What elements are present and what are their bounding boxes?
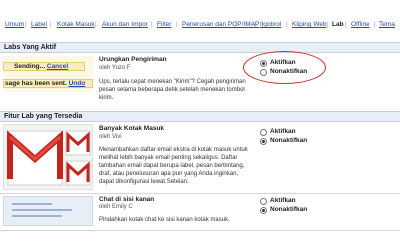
tab-separator: | bbox=[374, 21, 376, 28]
divider bbox=[0, 193, 400, 194]
section-title: Labs Yang Aktif bbox=[4, 44, 57, 51]
divider bbox=[0, 230, 400, 231]
lab-author: oleh Emily C bbox=[99, 204, 133, 210]
tab-separator: | bbox=[254, 21, 256, 28]
tab-filter[interactable]: Filter bbox=[157, 21, 171, 28]
tab-separator: | bbox=[95, 21, 97, 28]
tab-separator: | bbox=[345, 21, 347, 28]
sent-text: sage has been sent. bbox=[5, 80, 67, 87]
lab-title-right-chat: Chat di sisi kanan bbox=[99, 196, 155, 203]
sending-notice-text: Sending... Cancel bbox=[14, 63, 68, 70]
tab-lab[interactable]: Lab bbox=[332, 21, 344, 28]
settings-tabs: Umum | Label | Kotak Masuk | Akun dan Im… bbox=[0, 0, 400, 30]
radio-undo-send-enable[interactable] bbox=[260, 60, 267, 67]
tab-label[interactable]: Label bbox=[31, 21, 47, 28]
section-active-labs: Labs Yang Aktif bbox=[0, 42, 400, 53]
multiple-inbox-preview bbox=[3, 124, 93, 190]
radio-right-chat-enable[interactable] bbox=[260, 198, 267, 205]
undo-link: Undo bbox=[68, 80, 86, 87]
tab-akun-dan-impor[interactable]: Akun dan Impor bbox=[102, 21, 148, 28]
section-available-labs: Fitur Lab yang Tersedia bbox=[0, 111, 400, 122]
radio-multiple-inbox-enable[interactable] bbox=[260, 129, 267, 136]
radio-label-disable: Nonaktifkan bbox=[270, 137, 308, 144]
lab-description: Ups, terlalu cepat menekan "Kirim"? Cega… bbox=[99, 79, 246, 101]
tab-separator: | bbox=[25, 21, 27, 28]
lab-title-multiple-inbox: Banyak Kotak Masuk bbox=[99, 125, 165, 132]
tab-ilgobrol[interactable]: Ilgobrol bbox=[260, 21, 281, 28]
lab-author: oleh Vivi bbox=[99, 134, 122, 140]
tab-tema[interactable]: Tema bbox=[379, 21, 395, 28]
sent-notice-text: sage has been sent. Undo bbox=[5, 80, 85, 87]
lab-title-undo-send: Urungkan Pengiriman bbox=[99, 56, 167, 63]
lab-author: oleh Yuzo F bbox=[99, 65, 131, 71]
radio-multiple-inbox-disable[interactable] bbox=[260, 138, 267, 145]
tab-separator: | bbox=[286, 21, 288, 28]
gmail-m-logo-icon bbox=[6, 130, 91, 186]
cancel-link: Cancel bbox=[46, 63, 69, 70]
radio-label-enable: Aktifkan bbox=[270, 59, 296, 66]
tab-separator: | bbox=[176, 21, 178, 28]
tab-kliping-web[interactable]: Kliping Web bbox=[292, 21, 327, 28]
lab-description: Menambahkan daftar email ekstra di kotak… bbox=[99, 147, 248, 185]
radio-label-disable: Nonaktifkan bbox=[270, 68, 308, 75]
preview-line bbox=[12, 203, 52, 205]
tab-offline[interactable]: Offline bbox=[351, 21, 370, 28]
tab-umum[interactable]: Umum bbox=[5, 21, 24, 28]
tab-kotak-masuk[interactable]: Kotak Masuk bbox=[57, 21, 95, 28]
radio-right-chat-disable[interactable] bbox=[260, 207, 267, 214]
radio-label-enable: Aktifkan bbox=[270, 128, 296, 135]
tab-separator: | bbox=[151, 21, 153, 28]
preview-line bbox=[12, 209, 72, 211]
preview-line bbox=[12, 215, 62, 217]
sending-text: Sending... bbox=[14, 63, 46, 70]
lab-description: Pindahkan kotak chat ke sisi kanan kotak… bbox=[99, 217, 230, 223]
tab-separator: | bbox=[50, 21, 52, 28]
radio-label-disable: Nonaktifkan bbox=[270, 206, 308, 213]
section-title: Fitur Lab yang Tersedia bbox=[4, 113, 83, 120]
tab-separator: | bbox=[327, 21, 329, 28]
tab-penerusan[interactable]: Penerusan dan POP/IMAP bbox=[182, 21, 259, 28]
right-chat-preview bbox=[3, 196, 93, 226]
radio-undo-send-disable[interactable] bbox=[260, 69, 267, 76]
radio-label-enable: Aktifkan bbox=[270, 197, 296, 204]
